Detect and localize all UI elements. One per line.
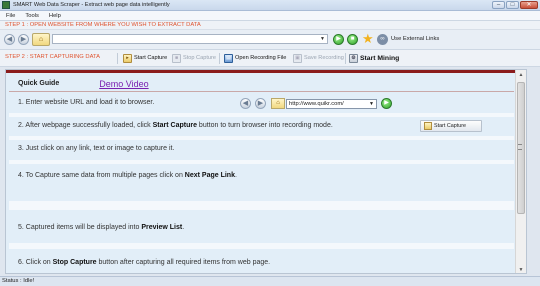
demo-url-text: http://www.quikr.com/ — [289, 101, 344, 107]
guide-step-3: 3. Just click on any link, text or image… — [18, 145, 174, 152]
save-icon: ▣ — [293, 53, 302, 63]
open-recording-button[interactable]: ▤ Open Recording File — [224, 52, 286, 64]
guide-step-4-text: 4. To Capture same data from multiple pa… — [18, 172, 185, 179]
demo-forward-icon: ▶ — [255, 98, 266, 109]
use-external-links-button[interactable]: ∞ Use External Links — [377, 33, 439, 45]
demo-capture-icon — [424, 122, 432, 130]
guide-step-5-text-end: . — [182, 224, 185, 231]
menu-help[interactable]: Help — [49, 13, 61, 19]
guide-step-5-text: 5. Captured items will be displayed into — [18, 224, 142, 231]
tab-divider — [9, 91, 514, 92]
stop-capture-button[interactable]: ■ Stop Capture — [172, 52, 216, 64]
title-bar: SMART Web Data Scraper - Extract web pag… — [0, 0, 540, 11]
guide-step-6-bold: Stop Capture — [52, 259, 97, 266]
status-bar: Status : Idle! — [0, 276, 540, 286]
menu-bar: File Tools Help — [0, 11, 540, 21]
home-icon[interactable]: ⌂ — [32, 33, 50, 46]
save-recording-button[interactable]: ▣ Save Recording — [293, 52, 344, 64]
mining-icon: ⚙ — [349, 53, 358, 63]
url-dropdown-icon[interactable]: ▼ — [320, 36, 325, 42]
guide-step-1-text: 1. Enter website URL and load it to brow… — [18, 99, 155, 106]
window-title: SMART Web Data Scraper - Extract web pag… — [13, 2, 170, 8]
minimize-button[interactable]: – — [492, 1, 505, 9]
tab-quick-guide[interactable]: Quick Guide — [18, 80, 59, 87]
favorite-star-icon[interactable]: ★ — [362, 32, 374, 45]
link-icon: ∞ — [377, 33, 388, 45]
demo-url-box: http://www.quikr.com/ ▼ — [286, 99, 377, 109]
tab-demo-video[interactable]: Demo Video — [99, 79, 148, 89]
stop-capture-label: Stop Capture — [183, 55, 216, 61]
toolbar-separator — [219, 53, 220, 64]
vertical-scrollbar[interactable]: ▲ ▼ — [515, 70, 526, 273]
scroll-up-icon[interactable]: ▲ — [516, 70, 526, 80]
guide-step-5-bold: Preview List — [141, 224, 183, 231]
demo-dropdown-icon: ▼ — [369, 101, 374, 107]
guide-step-2-bold: Start Capture — [152, 122, 197, 129]
status-text: Status : Idle! — [2, 278, 35, 284]
demo-go-icon: ▶ — [381, 98, 392, 109]
go-button[interactable]: ▶ — [333, 34, 344, 45]
demo-home-icon: ⌂ — [271, 98, 285, 109]
guide-step-2-text-end: button to turn browser into recording mo… — [196, 122, 333, 129]
row-divider — [9, 160, 514, 164]
guide-step-6-text: 6. Click on — [18, 259, 53, 266]
stop-capture-icon: ■ — [172, 53, 181, 63]
demo-back-icon: ◀ — [240, 98, 251, 109]
demo-capture-label: Start Capture — [434, 123, 467, 129]
save-recording-label: Save Recording — [304, 55, 344, 61]
start-mining-label: Start Mining — [360, 54, 400, 62]
demo-start-capture-button: Start Capture — [420, 120, 482, 132]
scroll-down-icon[interactable]: ▼ — [516, 265, 526, 273]
back-button[interactable]: ◀ — [4, 34, 15, 45]
menu-file[interactable]: File — [6, 13, 15, 19]
guide-step-2: 2. After webpage successfully loaded, cl… — [18, 122, 333, 129]
row-divider — [9, 136, 514, 140]
window-controls: – □ ✕ — [492, 1, 538, 9]
start-mining-button[interactable]: ⚙ Start Mining — [349, 52, 399, 64]
scrollbar-grip — [518, 144, 522, 150]
open-recording-label: Open Recording File — [235, 55, 287, 61]
external-links-label: Use External Links — [391, 36, 440, 42]
start-capture-button[interactable]: ▸ Start Capture — [123, 52, 167, 64]
step2-label: STEP 2 : START CAPTURING DATA — [5, 54, 101, 60]
row-divider — [9, 113, 514, 117]
row-divider — [9, 243, 514, 249]
guide-step-3-text: 3. Just click on any link, text or image… — [18, 145, 175, 152]
toolbar-separator — [117, 53, 118, 64]
maximize-button[interactable]: □ — [506, 1, 519, 9]
quick-guide-panel: Quick Guide Demo Video 1. Enter website … — [6, 73, 517, 273]
close-button[interactable]: ✕ — [520, 1, 538, 9]
guide-step-2-text: 2. After webpage successfully loaded, cl… — [18, 122, 153, 129]
guide-step-4-text-end: . — [234, 172, 237, 179]
start-capture-label: Start Capture — [134, 55, 168, 61]
stop-button[interactable]: ■ — [347, 34, 358, 45]
guide-step-4: 4. To Capture same data from multiple pa… — [18, 172, 237, 179]
url-input[interactable]: ▼ — [52, 34, 328, 44]
guide-tabs: Quick Guide Demo Video — [18, 78, 149, 89]
open-file-icon: ▤ — [224, 53, 233, 63]
guide-step-1: 1. Enter website URL and load it to brow… — [18, 99, 154, 106]
app-icon — [2, 1, 10, 9]
guide-step-6: 6. Click on Stop Capture button after ca… — [18, 259, 270, 266]
row-divider — [9, 201, 514, 210]
guide-step-4-bold: Next Page Link — [184, 172, 235, 179]
browser-view[interactable]: Quick Guide Demo Video 1. Enter website … — [5, 69, 527, 274]
guide-step-5: 5. Captured items will be displayed into… — [18, 224, 184, 231]
step1-label: STEP 1 : OPEN WEBSITE FROM WHERE YOU WIS… — [0, 21, 540, 30]
capture-icon: ▸ — [123, 53, 132, 63]
guide-step-6-text-end: button after capturing all required item… — [96, 259, 271, 266]
forward-button[interactable]: ▶ — [18, 34, 29, 45]
menu-tools[interactable]: Tools — [25, 13, 39, 19]
toolbar-separator — [345, 53, 346, 64]
